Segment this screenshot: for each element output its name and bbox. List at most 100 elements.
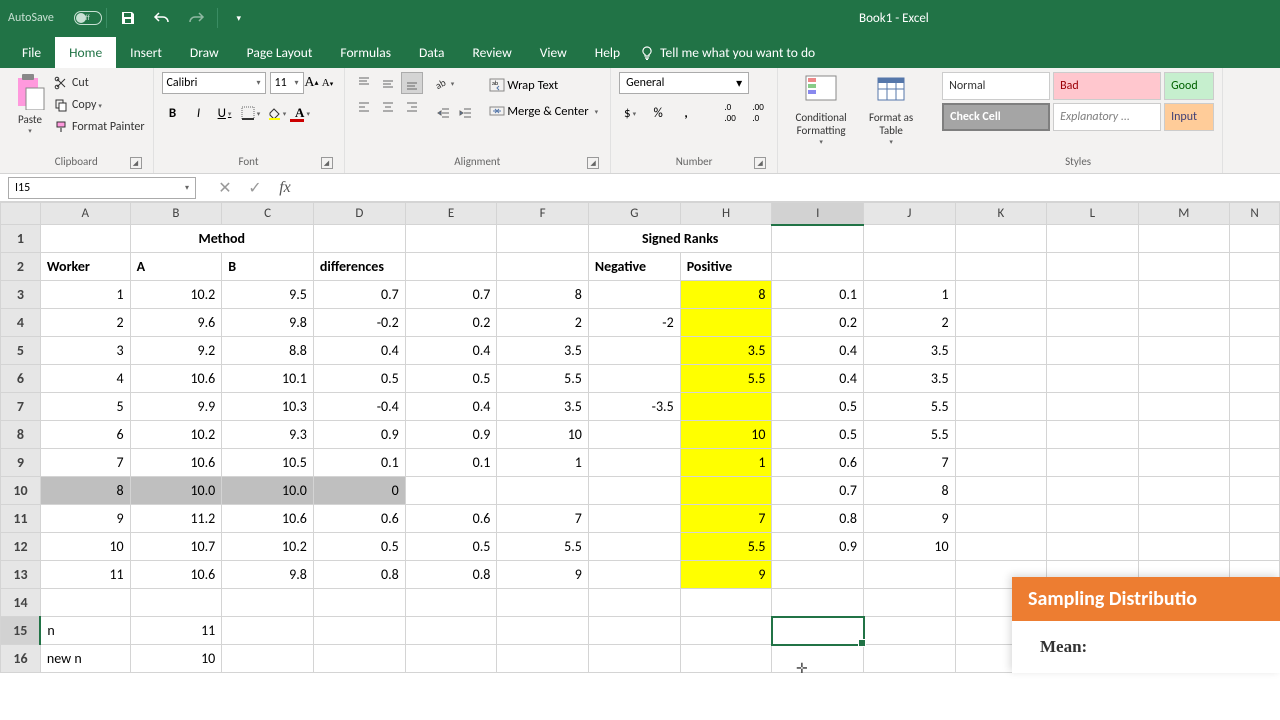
- tab-home[interactable]: Home: [55, 37, 116, 68]
- col-header[interactable]: M: [1138, 203, 1230, 225]
- cell[interactable]: 0.6: [405, 505, 497, 533]
- tab-file[interactable]: File: [8, 37, 55, 68]
- cell[interactable]: 10: [40, 533, 130, 561]
- cell[interactable]: [588, 281, 680, 309]
- cell[interactable]: 10.3: [222, 393, 314, 421]
- col-header[interactable]: N: [1230, 203, 1280, 225]
- decrease-font-icon[interactable]: A▾: [320, 72, 336, 94]
- cell[interactable]: 5.5: [497, 533, 589, 561]
- style-check-cell[interactable]: Check Cell: [942, 103, 1050, 131]
- row-header[interactable]: 12: [1, 533, 41, 561]
- cell[interactable]: 0.5: [313, 365, 405, 393]
- cell[interactable]: 9.9: [130, 393, 222, 421]
- cell[interactable]: [588, 421, 680, 449]
- customize-qat-icon[interactable]: ▾: [229, 8, 249, 28]
- cell[interactable]: 10.0: [130, 477, 222, 505]
- cell[interactable]: 1: [680, 449, 772, 477]
- cell[interactable]: 9.2: [130, 337, 222, 365]
- align-top[interactable]: [353, 72, 375, 94]
- row-header[interactable]: 9: [1, 449, 41, 477]
- cell[interactable]: [497, 477, 589, 505]
- cell[interactable]: 0.6: [772, 449, 864, 477]
- cell[interactable]: 0: [313, 477, 405, 505]
- cell[interactable]: 10.5: [222, 449, 314, 477]
- fill-color-button[interactable]: ▾: [266, 102, 288, 124]
- cell[interactable]: 0.7: [772, 477, 864, 505]
- cell[interactable]: 10.7: [130, 533, 222, 561]
- cell[interactable]: 0.7: [405, 281, 497, 309]
- cell[interactable]: 7: [497, 505, 589, 533]
- cell[interactable]: 3.5: [864, 365, 956, 393]
- row-header[interactable]: 10: [1, 477, 41, 505]
- align-right[interactable]: [401, 96, 423, 118]
- cell[interactable]: -3.5: [588, 393, 680, 421]
- cell[interactable]: 8.8: [222, 337, 314, 365]
- tab-data[interactable]: Data: [405, 37, 458, 68]
- col-header[interactable]: H: [680, 203, 772, 225]
- number-format-combo[interactable]: General▾: [619, 72, 749, 94]
- col-header[interactable]: I: [772, 203, 864, 225]
- tab-view[interactable]: View: [526, 37, 581, 68]
- row-header[interactable]: 6: [1, 365, 41, 393]
- row-header[interactable]: 13: [1, 561, 41, 589]
- cell[interactable]: 10.6: [130, 365, 222, 393]
- cell[interactable]: 7: [864, 449, 956, 477]
- cell[interactable]: 10.6: [130, 561, 222, 589]
- cell[interactable]: 0.1: [405, 449, 497, 477]
- cell[interactable]: [680, 309, 772, 337]
- font-color-button[interactable]: A▾: [292, 102, 314, 124]
- cell[interactable]: 11.2: [130, 505, 222, 533]
- col-header[interactable]: E: [405, 203, 497, 225]
- font-launcher[interactable]: ◢: [321, 157, 333, 169]
- cell[interactable]: 10.1: [222, 365, 314, 393]
- font-name-combo[interactable]: Calibri▾: [162, 72, 266, 94]
- col-header[interactable]: B: [130, 203, 222, 225]
- cell[interactable]: 8: [864, 477, 956, 505]
- copy-button[interactable]: Copy▾: [54, 94, 145, 116]
- cell[interactable]: Negative: [588, 253, 680, 281]
- cell[interactable]: 8: [40, 477, 130, 505]
- cell[interactable]: [864, 561, 956, 589]
- formula-bar-input[interactable]: [302, 177, 1280, 199]
- cell[interactable]: 0.4: [772, 337, 864, 365]
- wrap-text-button[interactable]: ab Wrap Text: [485, 72, 603, 98]
- cell[interactable]: 9: [680, 561, 772, 589]
- cell[interactable]: 9.8: [222, 309, 314, 337]
- cell[interactable]: [588, 365, 680, 393]
- decrease-indent[interactable]: [433, 102, 455, 124]
- tab-insert[interactable]: Insert: [116, 37, 176, 68]
- cell[interactable]: A: [130, 253, 222, 281]
- cell[interactable]: 1: [864, 281, 956, 309]
- col-header[interactable]: C: [222, 203, 314, 225]
- col-header[interactable]: F: [497, 203, 589, 225]
- redo-icon[interactable]: [186, 8, 206, 28]
- cell[interactable]: 0.1: [313, 449, 405, 477]
- cell[interactable]: 3.5: [497, 337, 589, 365]
- row-header[interactable]: 7: [1, 393, 41, 421]
- cell[interactable]: 0.8: [772, 505, 864, 533]
- clipboard-launcher[interactable]: ◢: [130, 157, 142, 169]
- cell[interactable]: 0.7: [313, 281, 405, 309]
- cell[interactable]: Worker: [40, 253, 130, 281]
- cell[interactable]: n: [40, 617, 130, 645]
- cell[interactable]: 0.9: [313, 421, 405, 449]
- cell[interactable]: 8: [680, 281, 772, 309]
- alignment-launcher[interactable]: ◢: [587, 157, 599, 169]
- cell[interactable]: 0.2: [772, 309, 864, 337]
- undo-icon[interactable]: [152, 8, 172, 28]
- cell[interactable]: 0.1: [772, 281, 864, 309]
- col-header[interactable]: D: [313, 203, 405, 225]
- cell[interactable]: 9: [497, 561, 589, 589]
- cell[interactable]: 9: [40, 505, 130, 533]
- cell[interactable]: 3: [40, 337, 130, 365]
- style-good[interactable]: Good: [1164, 72, 1214, 100]
- cell[interactable]: 0.9: [772, 533, 864, 561]
- col-header[interactable]: L: [1047, 203, 1138, 225]
- cell[interactable]: 0.4: [313, 337, 405, 365]
- cell[interactable]: 5.5: [680, 533, 772, 561]
- row-header[interactable]: 8: [1, 421, 41, 449]
- row-header[interactable]: 14: [1, 589, 41, 617]
- number-launcher[interactable]: ◢: [754, 157, 766, 169]
- cell[interactable]: 7: [680, 505, 772, 533]
- cell[interactable]: 9.8: [222, 561, 314, 589]
